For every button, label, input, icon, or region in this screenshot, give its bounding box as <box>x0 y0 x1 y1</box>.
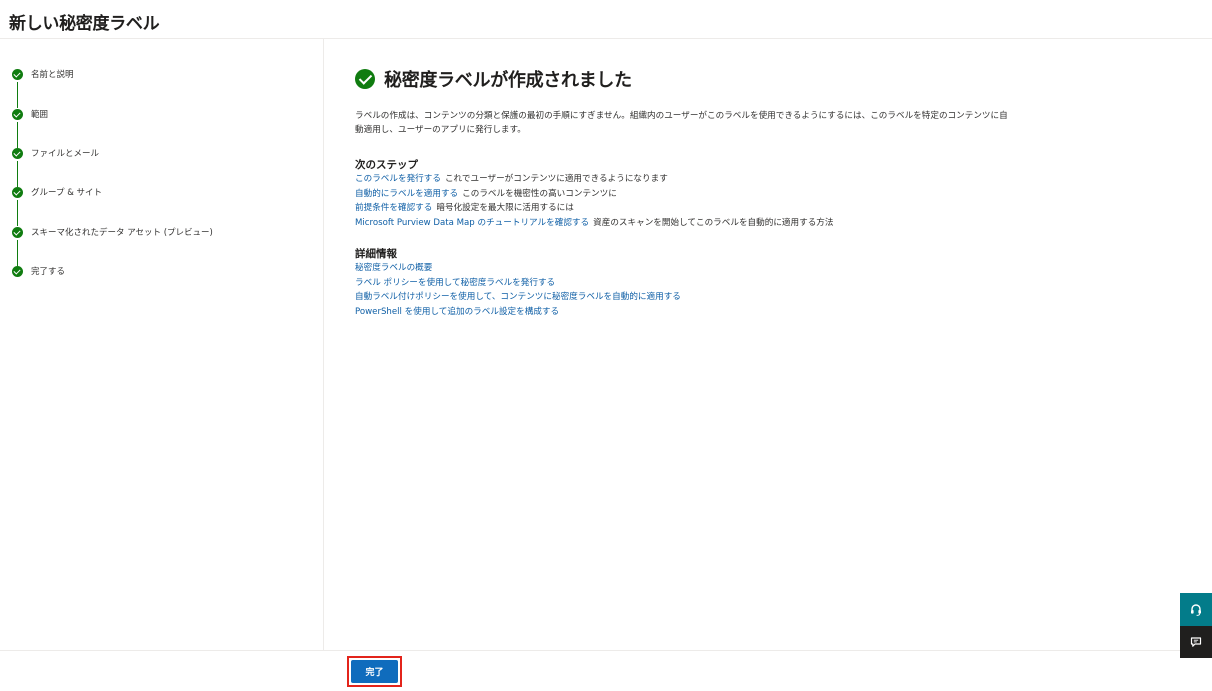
feedback-icon <box>1190 637 1202 647</box>
label-policy-link[interactable]: ラベル ポリシーを使用して秘密度ラベルを発行する <box>355 278 555 288</box>
check-icon <box>12 108 23 120</box>
success-header: 秘密度ラベルが作成されました <box>355 66 1055 92</box>
step-connector <box>17 122 18 148</box>
step-finish[interactable]: 完了する <box>12 264 65 278</box>
check-icon <box>12 68 23 80</box>
step-label: 範囲 <box>31 110 49 120</box>
feedback-button[interactable] <box>1180 626 1212 658</box>
step-label: スキーマ化されたデータ アセット (プレビュー) <box>31 228 213 238</box>
step-connector <box>17 200 18 226</box>
powershell-settings-link[interactable]: PowerShell を使用して追加のラベル設定を構成する <box>355 307 559 317</box>
wizard-stepper: 名前と説明 範囲 ファイルとメール グループ & サイト スキーマ化されたデータ… <box>0 39 324 650</box>
step-label: 名前と説明 <box>31 70 74 80</box>
page: 新しい秘密度ラベル 名前と説明 範囲 ファイルとメール グループ & サイト ス… <box>0 0 1212 691</box>
check-prerequisites-link[interactable]: 前提条件を確認する <box>355 203 432 213</box>
next-step-text: これでユーザーがコンテンツに適用できるようになります <box>444 174 668 184</box>
help-button[interactable] <box>1180 593 1212 626</box>
details-item: 秘密度ラベルの概要 <box>355 261 1055 276</box>
headset-icon <box>1191 603 1201 616</box>
next-step-item: 前提条件を確認する 暗号化設定を最大限に活用するには <box>355 201 1055 216</box>
check-icon <box>12 147 23 159</box>
header: 新しい秘密度ラベル <box>0 0 1212 39</box>
main-content: 秘密度ラベルが作成されました ラベルの作成は、コンテンツの分類と保護の最初の手順… <box>355 66 1055 319</box>
check-icon <box>12 186 23 198</box>
next-step-text: 資産のスキャンを開始してこのラベルを自動的に適用する方法 <box>593 217 834 228</box>
next-step-text: 暗号化設定を最大限に活用するには <box>436 203 574 213</box>
footer <box>0 650 1212 691</box>
next-step-item: 自動的にラベルを適用する このラベルを機密性の高いコンテンツに <box>355 187 1055 202</box>
details-item: 自動ラベル付けポリシーを使用して、コンテンツに秘密度ラベルを自動的に適用する <box>355 290 1055 305</box>
check-icon <box>12 226 23 238</box>
step-files-and-email[interactable]: ファイルとメール <box>12 146 99 160</box>
auto-apply-label-link[interactable]: 自動的にラベルを適用する <box>355 189 458 199</box>
step-groups-and-sites[interactable]: グループ & サイト <box>12 185 102 199</box>
next-step-item: このラベルを発行する これでユーザーがコンテンツに適用できるようになります <box>355 172 1055 187</box>
check-icon <box>12 265 23 277</box>
step-schematized-data-assets[interactable]: スキーマ化されたデータ アセット (プレビュー) <box>12 225 213 239</box>
next-step-item: Microsoft Purview Data Map のチュートリアルを確認する… <box>355 216 1055 231</box>
auto-labeling-policy-link[interactable]: 自動ラベル付けポリシーを使用して、コンテンツに秘密度ラベルを自動的に適用する <box>355 292 681 302</box>
next-step-text: このラベルを機密性の高いコンテンツに <box>462 188 617 199</box>
step-connector <box>17 240 18 266</box>
details-heading: 詳細情報 <box>355 248 397 260</box>
done-button[interactable]: 完了 <box>351 660 398 683</box>
success-title: 秘密度ラベルが作成されました <box>384 70 632 91</box>
details-item: PowerShell を使用して追加のラベル設定を構成する <box>355 305 1055 320</box>
details-item: ラベル ポリシーを使用して秘密度ラベルを発行する <box>355 276 1055 291</box>
step-connector <box>17 82 18 108</box>
step-scope[interactable]: 範囲 <box>12 107 48 121</box>
step-name-and-description[interactable]: 名前と説明 <box>12 67 74 81</box>
step-label: 完了する <box>31 267 66 277</box>
success-check-icon <box>355 69 375 89</box>
data-map-tutorial-link[interactable]: Microsoft Purview Data Map のチュートリアルを確認する <box>355 218 589 228</box>
next-steps-heading: 次のステップ <box>355 159 418 171</box>
description: ラベルの作成は、コンテンツの分類と保護の最初の手順にすぎません。組織内のユーザー… <box>355 111 1008 135</box>
page-title: 新しい秘密度ラベル <box>9 14 160 34</box>
step-connector <box>17 161 18 187</box>
step-label: グループ & サイト <box>31 188 103 198</box>
sensitivity-labels-overview-link[interactable]: 秘密度ラベルの概要 <box>355 263 432 273</box>
step-label: ファイルとメール <box>31 149 100 159</box>
publish-label-link[interactable]: このラベルを発行する <box>355 174 441 184</box>
